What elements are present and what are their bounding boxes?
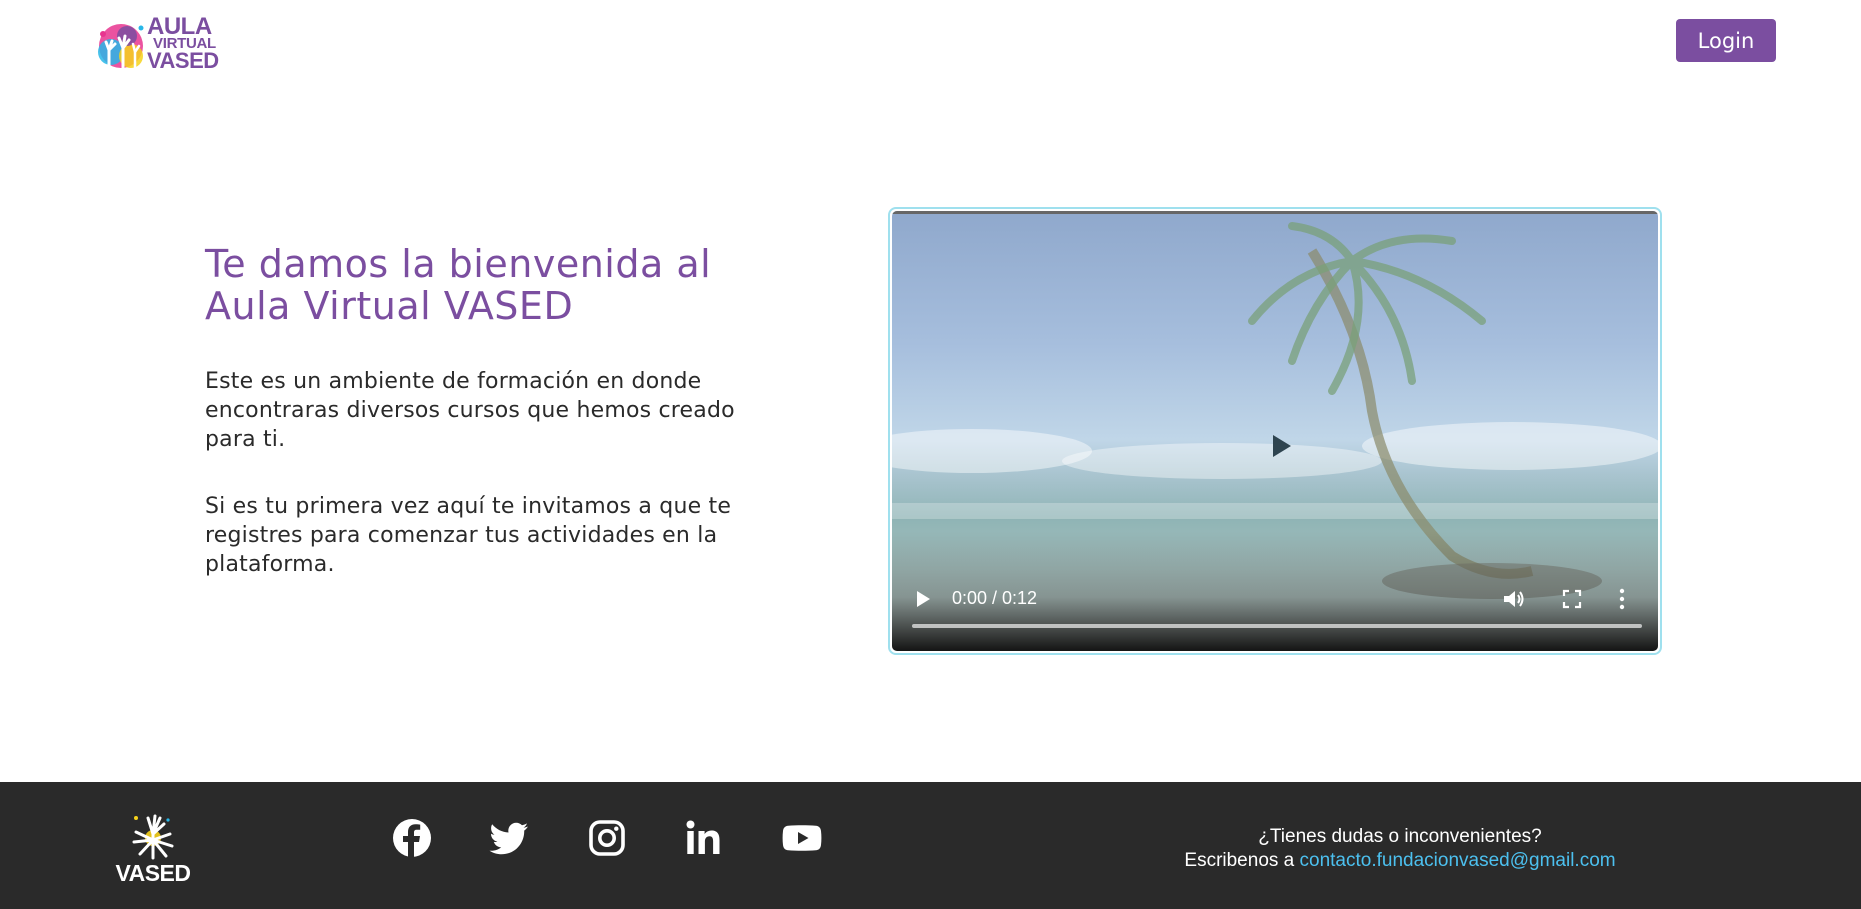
register-invite-paragraph: Si es tu primera vez aquí te invitamos a…: [205, 494, 732, 577]
fullscreen-icon[interactable]: [1562, 589, 1582, 609]
volume-icon[interactable]: [1502, 588, 1526, 610]
logo-line-1: AULA: [147, 13, 212, 40]
aula-virtual-vased-logo[interactable]: AULA VIRTUAL VASED: [97, 13, 237, 76]
login-button[interactable]: Login: [1676, 19, 1776, 62]
more-options-icon[interactable]: [1618, 588, 1626, 610]
center-play-icon[interactable]: [1268, 433, 1294, 459]
welcome-video[interactable]: 0:00 / 0:12: [892, 211, 1658, 651]
welcome-title: Te damos la bienvenida al Aula Virtual V…: [205, 242, 712, 328]
footer-vased-logo[interactable]: VASED: [110, 812, 196, 886]
contact-question: ¿Tienes dudas o inconvenientes?: [1258, 826, 1542, 847]
welcome-video-frame: 0:00 / 0:12: [888, 207, 1662, 655]
logo-line-3: VASED: [147, 48, 219, 73]
twitter-icon[interactable]: [488, 817, 530, 859]
instagram-icon[interactable]: [586, 817, 628, 859]
contact-prefix: Escribenos a: [1184, 850, 1295, 871]
contact-line: Escribenos a contacto.fundacionvased@gma…: [1160, 849, 1640, 873]
site-header: AULA VIRTUAL VASED Login: [0, 0, 1861, 90]
youtube-icon[interactable]: [781, 817, 823, 859]
facebook-icon[interactable]: [391, 817, 433, 859]
hands-logo-icon: [98, 24, 144, 74]
contact-email-link[interactable]: contacto.fundacionvased@gmail.com: [1300, 850, 1616, 871]
footer-hands-icon: [132, 814, 174, 860]
video-top-edge: [892, 211, 1658, 214]
play-icon[interactable]: [914, 589, 932, 609]
video-progress-bar[interactable]: [912, 624, 1642, 628]
linkedin-icon[interactable]: [683, 817, 725, 859]
video-time: 0:00 / 0:12: [952, 588, 1038, 608]
contact-info: ¿Tienes dudas o inconvenientes? Escriben…: [1160, 825, 1640, 873]
intro-paragraph: Este es un ambiente de formación en dond…: [205, 369, 735, 452]
footer-logo-text: VASED: [115, 860, 191, 886]
logo-wordmark: AULA VIRTUAL VASED: [147, 13, 219, 73]
site-footer: VASED ¿Tienes dudas o inconvenientes? Es…: [0, 782, 1861, 909]
